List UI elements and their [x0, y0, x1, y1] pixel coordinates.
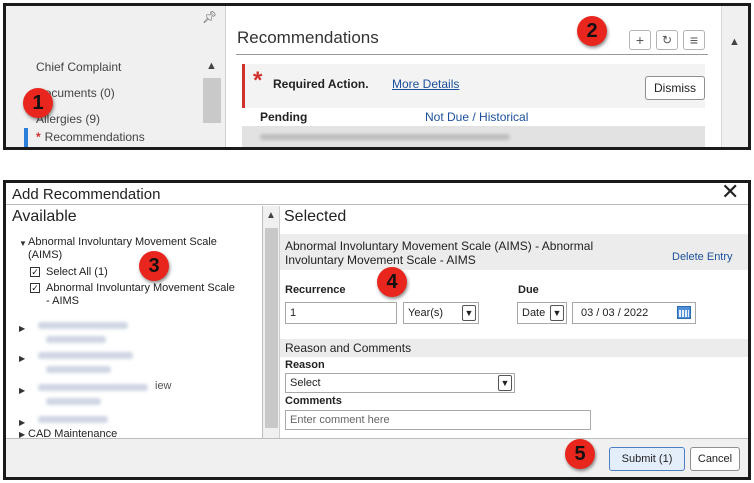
callout-badge-1: 1 — [23, 88, 53, 118]
selected-title: Selected — [284, 208, 347, 225]
reason-select-value: Select — [290, 377, 321, 389]
plus-icon: + — [635, 32, 645, 48]
redacted-tree-item[interactable] — [38, 384, 148, 391]
selected-panel: Selected Abnormal Involuntary Movement S… — [280, 206, 748, 438]
caret-right-icon[interactable]: ▶ — [19, 386, 25, 395]
tree-group-label-line1: Abnormal Involuntary Movement Scale — [28, 236, 217, 248]
recurrence-unit-value: Year(s) — [408, 307, 444, 319]
nav-item-chief-complaint[interactable]: Chief Complaint — [36, 60, 121, 74]
select-all-label: Select All (1) — [46, 266, 108, 278]
due-type-select[interactable]: Date ▼ — [517, 302, 567, 324]
aims-item-label-line1: Abnormal Involuntary Movement Scale — [46, 282, 235, 294]
menu-icon: ≡ — [689, 32, 699, 48]
calendar-icon[interactable] — [677, 306, 691, 319]
chevron-down-icon[interactable]: ▼ — [498, 375, 512, 391]
more-details-link[interactable]: More Details — [392, 77, 459, 91]
redacted-tree-item[interactable] — [38, 352, 133, 359]
caret-right-icon[interactable]: ▶ — [19, 324, 25, 333]
reason-section-title: Reason and Comments — [285, 341, 412, 355]
reason-select[interactable]: Select ▼ — [285, 373, 515, 393]
callout-badge-2: 2 — [577, 16, 607, 46]
available-list: Available ▼ Abnormal Involuntary Movemen… — [6, 206, 263, 438]
nav-item-recommendations[interactable]: * Recommendations — [36, 130, 145, 144]
comments-input[interactable]: Enter comment here — [285, 410, 591, 430]
add-button[interactable]: + — [629, 30, 651, 50]
required-icon: * — [36, 130, 41, 144]
selected-entry-name-line2: Involuntary Movement Scale - AIMS — [285, 253, 476, 267]
callout-badge-5: 5 — [565, 439, 595, 469]
tree-group-label-line2: (AIMS) — [28, 249, 63, 261]
redacted-tree-item — [46, 366, 111, 373]
recurrence-unit-select[interactable]: Year(s) ▼ — [403, 302, 479, 324]
required-icon: * — [253, 67, 263, 94]
add-recommendation-dialog: Add Recommendation ✕ Available ▼ Abnorma… — [3, 180, 751, 480]
dialog-footer: Submit (1) Cancel — [6, 438, 748, 477]
select-all-checkbox[interactable]: ✓ — [30, 267, 40, 277]
nav-scrollbar-thumb[interactable] — [203, 78, 221, 123]
redacted-tree-item[interactable] — [38, 416, 108, 423]
callout-badge-3: 3 — [139, 251, 169, 281]
comments-label: Comments — [285, 395, 342, 407]
redacted-tree-item[interactable] — [38, 322, 128, 329]
menu-button[interactable]: ≡ — [683, 30, 705, 50]
required-action-banner: * Required Action. More Details Dismiss — [242, 64, 705, 108]
due-label: Due — [518, 284, 539, 296]
recurrence-label: Recurrence — [285, 284, 346, 296]
due-date-value: 03 / 03 / 2022 — [581, 307, 649, 319]
selected-entry-name: Abnormal Involuntary Movement Scale (AIM… — [285, 239, 645, 267]
chevron-up-icon[interactable]: ▲ — [266, 210, 276, 221]
recommendations-panel: 📌︎ Chief Complaint Documents (0) Allergi… — [3, 3, 751, 150]
due-type-value: Date — [522, 307, 546, 319]
refresh-icon: ↻ — [661, 33, 673, 47]
tab-pending[interactable]: Pending — [260, 110, 307, 124]
nav-item-recommendations-label: Recommendations — [44, 130, 145, 144]
chevron-down-icon[interactable]: ▼ — [550, 305, 564, 321]
chevron-up-icon[interactable]: ▲ — [729, 36, 740, 48]
tree-group-label[interactable]: Abnormal Involuntary Movement Scale (AIM… — [28, 236, 217, 262]
tab-not-due-historical[interactable]: Not Due / Historical — [425, 110, 528, 124]
callout-badge-4: 4 — [377, 267, 407, 297]
page-title: Recommendations — [237, 28, 379, 47]
selected-entry-name-line1: Abnormal Involuntary Movement Scale (AIM… — [285, 239, 594, 253]
tree-group-cad-maintenance[interactable]: CAD Maintenance — [28, 428, 117, 438]
panel-scrollbar[interactable]: ▲ — [721, 6, 748, 147]
dismiss-button[interactable]: Dismiss — [645, 76, 705, 100]
caret-down-icon[interactable]: ▼ — [19, 239, 27, 248]
available-scrollbar-thumb[interactable] — [265, 228, 278, 428]
active-indicator — [24, 128, 28, 147]
chevron-down-icon[interactable]: ▼ — [462, 305, 476, 321]
title-divider — [236, 54, 708, 55]
recurrence-input[interactable]: 1 — [285, 302, 397, 324]
due-date-input[interactable]: 03 / 03 / 2022 — [572, 302, 696, 324]
partial-tree-text: iew — [155, 380, 172, 392]
aims-item-label-line2: - AIMS — [46, 295, 80, 307]
delete-entry-link[interactable]: Delete Entry — [672, 251, 733, 263]
aims-checkbox[interactable]: ✓ — [30, 283, 40, 293]
reason-label: Reason — [285, 359, 325, 371]
pin-icon[interactable]: 📌︎ — [202, 10, 217, 24]
close-icon[interactable]: ✕ — [721, 183, 739, 205]
chart-navigation: 📌︎ Chief Complaint Documents (0) Allergi… — [6, 6, 226, 147]
dialog-title: Add Recommendation — [12, 186, 161, 203]
caret-right-icon[interactable]: ▶ — [19, 354, 25, 363]
cancel-button[interactable]: Cancel — [690, 447, 740, 471]
redacted-text — [260, 134, 510, 140]
required-action-label: Required Action. — [273, 77, 369, 91]
chevron-up-icon[interactable]: ▲ — [206, 60, 217, 72]
available-title: Available — [12, 208, 77, 225]
refresh-button[interactable]: ↻ — [656, 30, 678, 50]
redacted-tree-item — [46, 336, 106, 343]
redacted-tree-item — [46, 398, 101, 405]
table-row[interactable] — [242, 126, 705, 147]
dialog-titlebar: Add Recommendation ✕ — [6, 183, 748, 205]
recommendations-content: Recommendations + ↻ ≡ * Required Action.… — [228, 6, 721, 147]
available-scrollbar[interactable]: ▲ — [263, 206, 280, 438]
caret-right-icon[interactable]: ▶ — [19, 430, 25, 438]
caret-right-icon[interactable]: ▶ — [19, 418, 25, 427]
submit-button[interactable]: Submit (1) — [609, 447, 685, 471]
aims-item-label: Abnormal Involuntary Movement Scale - AI… — [46, 282, 235, 308]
